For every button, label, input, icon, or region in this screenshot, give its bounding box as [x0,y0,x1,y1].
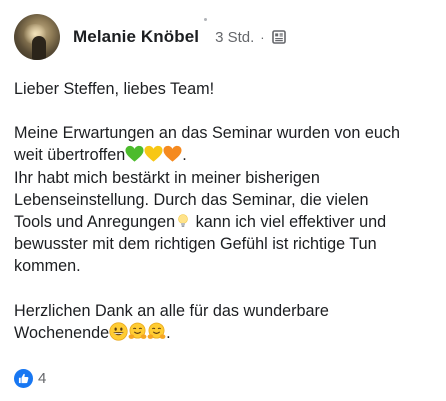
author-avatar[interactable] [14,14,60,60]
body-text-fragment: weit übertroffen [14,146,126,165]
orange-heart-icon [163,146,182,163]
grinning-face-icon [109,322,128,341]
body-line: kommen. [14,257,81,276]
greeting-line: Lieber Steffen, liebes Team! [14,80,215,98]
body-line: Ihr habt mich bestärkt in meiner bisheri… [14,168,320,187]
green-heart-icon [125,146,144,163]
body-line-emoji: Wochenende. [14,322,434,344]
post-meta: 3 Std. · [215,29,286,46]
author-name[interactable]: Melanie Knöbel [73,27,199,47]
body-text-fragment: kann ich viel effektiver und [191,213,387,232]
body-line-emoji: weit übertroffen. [14,144,434,166]
body-text-fragment: . [166,323,171,342]
body-line-emoji: Tools und Anregungen kann ich viel effek… [14,211,434,233]
post-header: Melanie Knöbel 3 Std. · [14,14,286,60]
like-icon [14,369,33,388]
body-line: bewusster mit dem richtigen Gefühl ist r… [14,235,377,254]
yellow-heart-icon [144,146,163,163]
unread-dot [204,18,207,21]
body-text-fragment: . [182,146,187,165]
reaction-count[interactable]: 4 [38,370,46,387]
post-body: Lieber Steffen, liebes Team! Meine Erwar… [14,78,434,344]
body-line: Herzlichen Dank an alle für das wunderba… [14,301,329,320]
facebook-post: Melanie Knöbel 3 Std. · Lieber Steffen, … [0,0,446,401]
body-text-fragment: Wochenende [14,323,110,342]
body-line: Lebenseinstellung. Durch das Seminar, di… [14,190,369,209]
group-icon[interactable] [271,30,286,44]
meta-separator: · [260,29,265,45]
reaction-summary[interactable]: 4 [14,369,46,388]
light-bulb-icon [178,214,188,227]
hugging-face-icon [147,322,166,339]
hugging-face-icon [128,322,147,339]
post-timestamp[interactable]: 3 Std. [215,29,254,46]
body-text-fragment: Tools und Anregungen [14,213,176,232]
avatar-figure [32,36,46,60]
body-line: Meine Erwartungen an das Seminar wurden … [14,124,401,143]
